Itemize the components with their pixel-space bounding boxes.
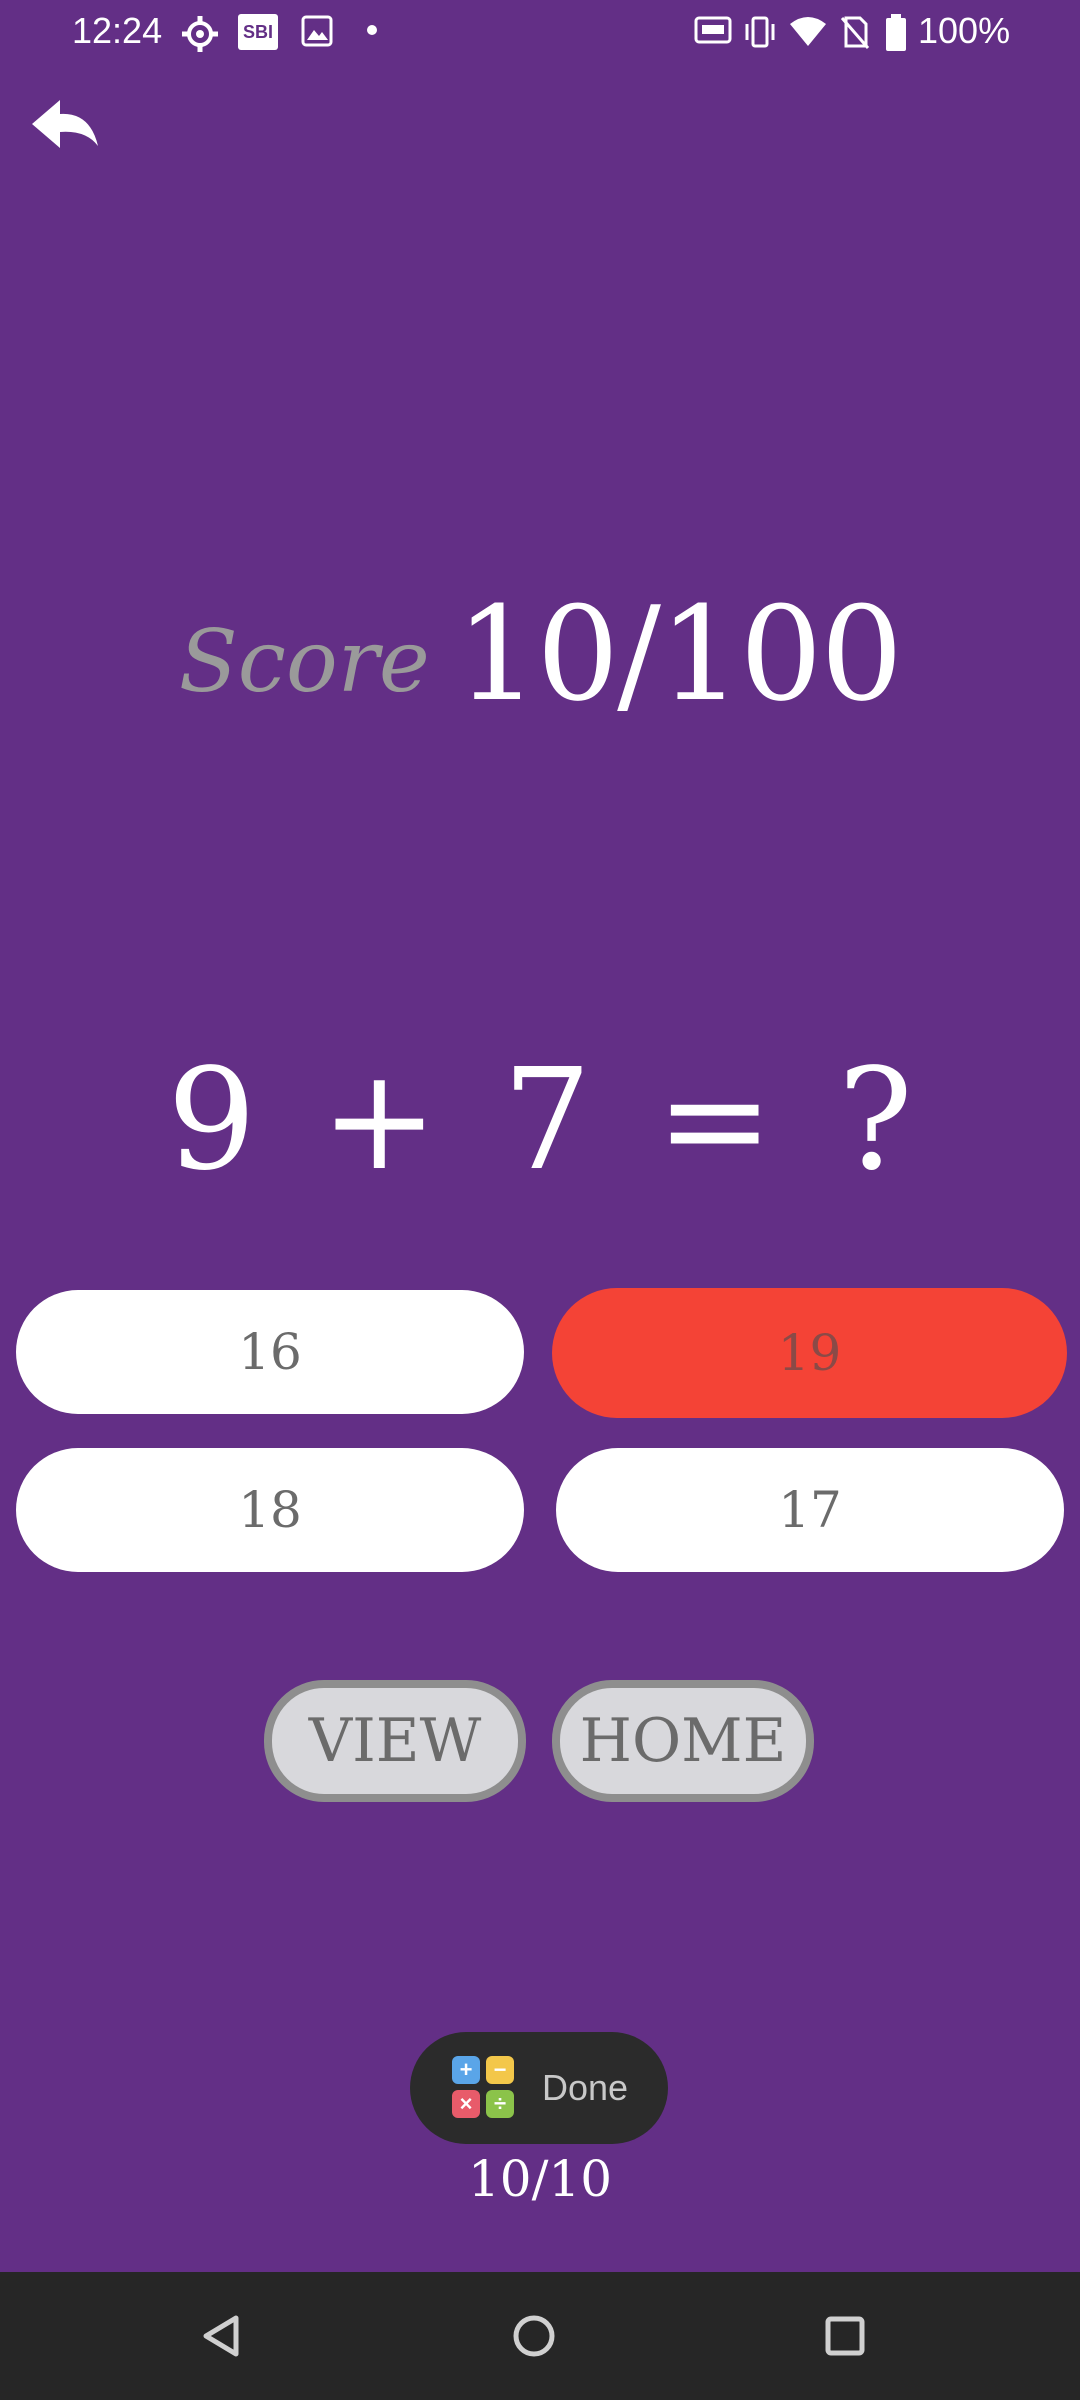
answer-option-2-wrong[interactable]: 19 — [552, 1288, 1067, 1418]
view-button[interactable]: VIEW — [264, 1680, 526, 1802]
battery-percentage: 100% — [918, 10, 1011, 51]
score-display: Score 10/100 — [0, 530, 1080, 730]
score-label: Score — [178, 612, 430, 712]
calculator-app-icon: + − × ÷ — [452, 2056, 516, 2120]
vibrate-icon — [745, 16, 775, 48]
back-triangle-icon[interactable] — [192, 2306, 252, 2366]
battery-icon — [886, 14, 906, 51]
image-icon — [301, 15, 333, 47]
toast-message: + − × ÷ Done — [410, 2032, 668, 2144]
auto-hz-icon — [694, 16, 732, 44]
status-bar: 12:24 SBI 100% — [0, 0, 1080, 64]
clock: 12:24 — [72, 10, 163, 51]
question-text: 9 + 7 = ? — [167, 1038, 913, 1202]
answer-option-1[interactable]: 16 — [16, 1290, 524, 1414]
toast-text: Done — [542, 2067, 629, 2108]
recents-square-icon[interactable] — [815, 2306, 875, 2366]
back-arrow-icon[interactable] — [28, 96, 102, 158]
score-value: 10/100 — [455, 578, 903, 730]
sbi-app-icon: SBI — [238, 14, 278, 50]
answer-option-4[interactable]: 17 — [556, 1448, 1064, 1572]
home-button[interactable]: HOME — [552, 1680, 814, 1802]
settings-gear-icon — [182, 16, 218, 52]
question-progress: 10/10 — [467, 2150, 613, 2208]
home-circle-icon[interactable] — [504, 2306, 564, 2366]
system-navigation-bar — [0, 2272, 1080, 2400]
answer-option-3[interactable]: 18 — [16, 1448, 524, 1572]
no-sim-icon — [840, 16, 870, 49]
sbi-label: SBI — [242, 21, 273, 42]
dot-icon — [367, 25, 377, 35]
wifi-icon — [790, 17, 826, 46]
